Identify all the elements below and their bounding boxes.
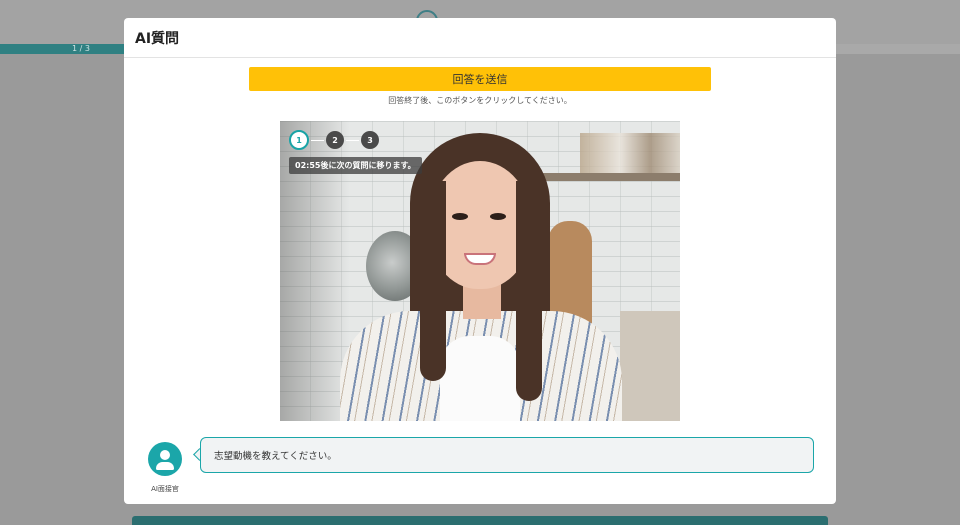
avatar-body bbox=[156, 462, 174, 470]
modal-title: AI質問 bbox=[135, 30, 180, 47]
person-inner-top bbox=[440, 336, 520, 421]
progress-label: 1 / 3 bbox=[72, 44, 90, 53]
avatar-head bbox=[160, 450, 170, 460]
person-hair-left bbox=[420, 181, 446, 381]
step-3: 3 bbox=[361, 131, 379, 149]
modal-header: AI質問 bbox=[124, 18, 836, 58]
shelf-items bbox=[580, 133, 680, 173]
camera-preview: 1 2 3 02:55後に次の質問に移ります。 bbox=[280, 121, 680, 421]
submit-hint: 回答終了後、このボタンをクリックしてください。 bbox=[388, 96, 572, 105]
mouth bbox=[464, 253, 496, 265]
step-2: 2 bbox=[326, 131, 344, 149]
question-bubble: 志望動機を教えてください。 bbox=[200, 437, 814, 473]
shelf bbox=[530, 173, 680, 181]
counter bbox=[620, 311, 680, 421]
person-hair-right bbox=[516, 181, 542, 401]
question-text: 志望動機を教えてください。 bbox=[214, 451, 337, 462]
step-1: 1 bbox=[289, 130, 309, 150]
eye bbox=[452, 213, 468, 220]
eye bbox=[490, 213, 506, 220]
countdown-timer: 02:55後に次の質問に移ります。 bbox=[289, 157, 422, 174]
submit-answer-button[interactable]: 回答を送信 bbox=[249, 67, 711, 91]
background-bottom-button bbox=[132, 516, 828, 525]
question-step-indicator: 1 2 3 bbox=[289, 130, 379, 150]
ai-question-modal: AI質問 回答を送信 回答終了後、このボタンをクリックしてください。 1 2 3… bbox=[124, 18, 836, 504]
interviewer-avatar bbox=[148, 442, 182, 476]
interviewer-label: AI面接官 bbox=[151, 485, 179, 493]
step-connector bbox=[311, 139, 324, 141]
step-connector bbox=[346, 139, 359, 141]
